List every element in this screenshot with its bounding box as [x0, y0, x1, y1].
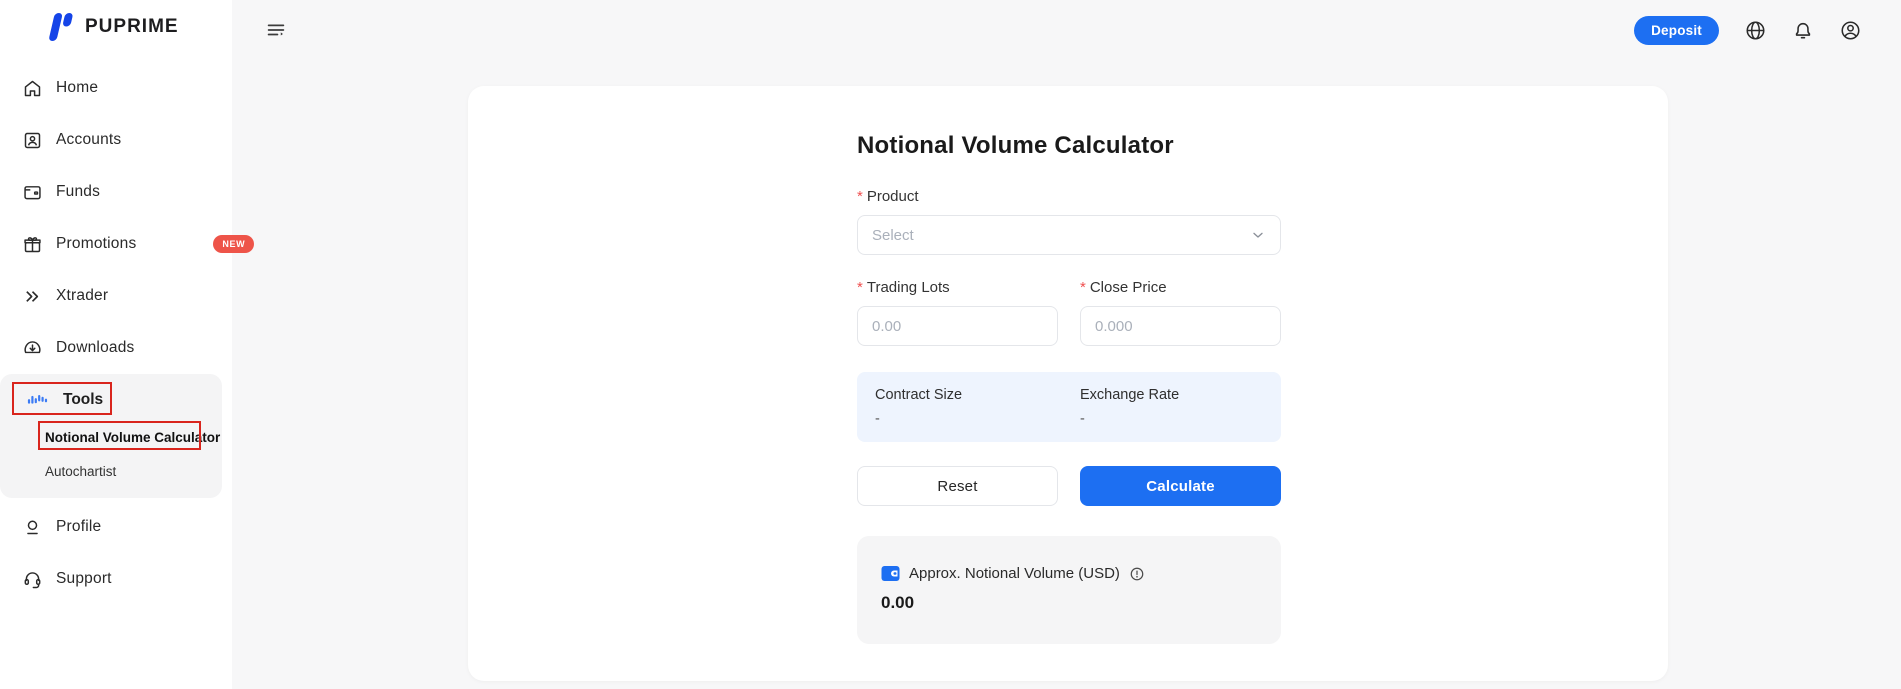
page-title: Notional Volume Calculator — [857, 132, 1281, 160]
product-label: * Product — [857, 188, 1281, 205]
double-chevron-icon — [22, 286, 43, 307]
required-mark: * — [857, 279, 863, 296]
sidebar-item-label: Promotions — [56, 235, 136, 253]
home-icon — [22, 78, 43, 99]
sidebar-item-label: Tools — [63, 391, 103, 409]
calculate-button[interactable]: Calculate — [1080, 466, 1281, 506]
product-select-placeholder: Select — [872, 227, 914, 244]
chevron-down-icon — [1250, 227, 1266, 243]
topbar-actions: Deposit — [1634, 16, 1862, 45]
sidebar-item-label: Support — [56, 570, 112, 588]
sidebar-item-label: Profile — [56, 518, 101, 536]
result-value: 0.00 — [881, 593, 1257, 613]
result-label: Approx. Notional Volume (USD) — [909, 565, 1120, 582]
sidebar-item-downloads[interactable]: Downloads — [0, 322, 232, 374]
sidebar-item-label: Home — [56, 79, 98, 97]
sidebar-nav: Home Accounts Funds — [0, 62, 232, 605]
sidebar-item-xtrader[interactable]: Xtrader — [0, 270, 232, 322]
sidebar-item-funds[interactable]: Funds — [0, 166, 232, 218]
wallet-badge-icon — [881, 565, 900, 582]
sidebar-subitem-autochartist[interactable]: Autochartist — [0, 454, 222, 488]
close-price-input[interactable] — [1080, 306, 1281, 346]
topbar: Deposit — [232, 0, 1901, 60]
puprime-logo-icon — [45, 8, 75, 46]
download-icon — [22, 338, 43, 359]
deposit-button[interactable]: Deposit — [1634, 16, 1719, 45]
tools-section: Tools Notional Volume Calculator Autocha… — [0, 374, 222, 498]
contract-size-label: Contract Size — [875, 387, 1080, 403]
equalizer-bars-icon — [27, 391, 49, 409]
contract-info-box: Contract Size - Exchange Rate - — [857, 372, 1281, 442]
exchange-rate-label: Exchange Rate — [1080, 387, 1281, 403]
sidebar-item-label: Funds — [56, 183, 100, 201]
result-box: Approx. Notional Volume (USD) 0.00 — [857, 536, 1281, 644]
sidebar-item-accounts[interactable]: Accounts — [0, 114, 232, 166]
notifications-bell-icon[interactable] — [1792, 19, 1814, 41]
headset-icon — [22, 569, 43, 590]
sidebar-item-promotions[interactable]: Promotions NEW — [0, 218, 232, 270]
gift-icon — [22, 234, 43, 255]
sidebar-item-tools[interactable]: Tools — [0, 380, 222, 420]
wallet-icon — [22, 182, 43, 203]
trading-lots-input[interactable] — [857, 306, 1058, 346]
person-icon — [22, 517, 43, 538]
calculator-card: Notional Volume Calculator * Product Sel… — [468, 86, 1668, 681]
new-badge: NEW — [213, 235, 254, 253]
close-price-label: * Close Price — [1080, 279, 1281, 296]
required-mark: * — [1080, 279, 1086, 296]
collapse-sidebar-icon[interactable] — [265, 19, 287, 41]
subitem-label: Autochartist — [45, 464, 116, 479]
main-content: Deposit — [232, 0, 1901, 689]
calculator-form: Notional Volume Calculator * Product Sel… — [857, 86, 1281, 644]
sidebar-item-label: Xtrader — [56, 287, 108, 305]
user-account-icon[interactable] — [1839, 19, 1862, 42]
sidebar-item-profile[interactable]: Profile — [0, 501, 232, 553]
brand-logo[interactable]: PUPRIME — [45, 8, 179, 46]
sidebar-item-home[interactable]: Home — [0, 62, 232, 114]
trading-lots-label: * Trading Lots — [857, 279, 1058, 296]
language-globe-icon[interactable] — [1744, 19, 1767, 42]
subitem-label: Notional Volume Calculator — [45, 430, 220, 445]
id-card-icon — [22, 130, 43, 151]
exchange-rate-value: - — [1080, 411, 1281, 427]
contract-size-value: - — [875, 411, 1080, 427]
required-mark: * — [857, 188, 863, 205]
sidebar-item-label: Downloads — [56, 339, 134, 357]
info-circle-icon[interactable] — [1129, 566, 1145, 582]
sidebar-subitem-notional-volume-calculator[interactable]: Notional Volume Calculator — [0, 420, 222, 454]
product-select[interactable]: Select — [857, 215, 1281, 255]
reset-button[interactable]: Reset — [857, 466, 1058, 506]
sidebar: PUPRIME Home Accounts — [0, 0, 232, 689]
sidebar-item-support[interactable]: Support — [0, 553, 232, 605]
sidebar-item-label: Accounts — [56, 131, 121, 149]
brand-name: PUPRIME — [85, 16, 179, 38]
